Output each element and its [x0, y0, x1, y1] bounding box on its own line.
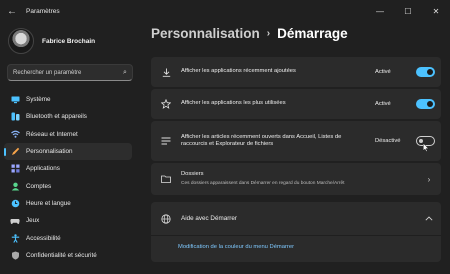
close-icon: ✕	[432, 6, 440, 16]
setting-recent-items: Afficher les articles récemment ouverts …	[151, 121, 441, 161]
setting-recent-apps: Afficher les applications récemment ajou…	[151, 57, 441, 87]
sidebar-item-systeme[interactable]: Système	[4, 91, 132, 108]
mouse-cursor-icon	[423, 143, 429, 152]
title-bar: ← Paramètres — ☐ ✕	[0, 0, 450, 22]
close-button[interactable]: ✕	[422, 0, 450, 22]
recent-apps-toggle[interactable]	[416, 67, 435, 77]
help-link-color[interactable]: Modification de la couleur du menu Démar…	[151, 236, 441, 250]
sidebar-item-label: Bluetooth et appareils	[26, 113, 87, 121]
avatar	[8, 28, 34, 54]
minimize-icon: —	[376, 6, 384, 16]
setting-description: Ces dossiers apparaissent dans Démarrer …	[181, 180, 345, 186]
sidebar-item-label: Réseau et Internet	[26, 130, 78, 138]
main-content: Personnalisation › Démarrage Afficher le…	[140, 22, 450, 274]
user-profile[interactable]: Fabrice Brochain	[8, 28, 95, 54]
setting-label: Afficher les applications récemment ajou…	[181, 68, 296, 75]
download-icon	[151, 68, 181, 77]
sidebar-item-label: Applications	[26, 165, 60, 173]
help-title: Aide avec Démarrer	[181, 215, 237, 222]
chevron-up-icon	[421, 214, 437, 223]
folder-icon	[151, 175, 181, 183]
toggle-state-label: Activé	[375, 101, 391, 107]
breadcrumb-separator: ›	[266, 28, 271, 39]
sidebar-item-label: Accessibilité	[26, 234, 61, 242]
page-title: Démarrage	[277, 26, 348, 41]
maximize-button[interactable]: ☐	[394, 0, 422, 22]
sidebar-item-comptes[interactable]: Comptes	[4, 177, 132, 194]
accessibility-icon	[10, 233, 20, 243]
sidebar: Fabrice Brochain Rechercher un paramètre…	[0, 22, 140, 274]
gamepad-icon	[10, 216, 20, 226]
apps-icon	[10, 164, 20, 174]
setting-label: Afficher les applications les plus utili…	[181, 100, 286, 107]
monitor-icon	[10, 95, 20, 105]
sidebar-item-label: Heure et langue	[26, 199, 71, 207]
maximize-icon: ☐	[404, 6, 412, 16]
sidebar-item-bluetooth[interactable]: Bluetooth et appareils	[4, 108, 132, 125]
chevron-right-icon: ›	[427, 174, 431, 184]
breadcrumb-parent[interactable]: Personnalisation	[151, 26, 260, 41]
help-header[interactable]: Aide avec Démarrer	[151, 202, 441, 236]
most-used-toggle[interactable]	[416, 99, 435, 109]
shield-icon	[10, 250, 20, 260]
sidebar-item-reseau[interactable]: Réseau et Internet	[4, 126, 132, 143]
star-icon	[151, 99, 181, 109]
folders-text: Dossiers Ces dossiers apparaissent dans …	[181, 171, 421, 187]
globe-icon	[151, 213, 181, 224]
bluetooth-icon	[10, 112, 20, 122]
user-name: Fabrice Brochain	[42, 37, 96, 45]
wifi-icon	[10, 129, 20, 139]
sidebar-item-applications[interactable]: Applications	[4, 160, 132, 177]
sidebar-item-heure[interactable]: Heure et langue	[4, 195, 132, 212]
sidebar-item-accessibilite[interactable]: Accessibilité	[4, 229, 132, 246]
sidebar-item-label: Système	[26, 96, 51, 104]
setting-most-used: Afficher les applications les plus utili…	[151, 89, 441, 119]
search-box[interactable]: Rechercher un paramètre ⌕	[7, 64, 133, 81]
person-icon	[10, 181, 20, 191]
arrow-left-icon: ←	[7, 5, 17, 17]
sidebar-item-label: Personnalisation	[26, 148, 73, 156]
minimize-button[interactable]: —	[366, 0, 394, 22]
toggle-state-label: Désactivé	[375, 138, 401, 144]
app-title: Paramètres	[26, 7, 60, 15]
sidebar-item-label: Confidentialité et sécurité	[26, 251, 97, 259]
sidebar-item-label: Jeux	[26, 217, 40, 225]
setting-folders[interactable]: Dossiers Ces dossiers apparaissent dans …	[151, 163, 441, 195]
setting-label: Afficher les articles récemment ouverts …	[181, 133, 342, 148]
sidebar-item-confidentialite[interactable]: Confidentialité et sécurité	[4, 247, 132, 264]
sidebar-item-label: Comptes	[26, 182, 52, 190]
window-controls: — ☐ ✕	[366, 0, 450, 22]
search-icon: ⌕	[123, 68, 127, 76]
help-section: Aide avec Démarrer Modification de la co…	[151, 202, 441, 262]
globe-clock-icon	[10, 198, 20, 208]
breadcrumb: Personnalisation › Démarrage	[151, 26, 348, 41]
setting-label: Dossiers	[181, 171, 204, 177]
sidebar-item-personnalisation[interactable]: Personnalisation	[4, 142, 132, 161]
search-input[interactable]: Rechercher un paramètre	[13, 70, 118, 76]
list-icon	[151, 137, 181, 145]
sidebar-nav: Système Bluetooth et appareils Réseau et…	[4, 91, 132, 264]
sidebar-item-jeux[interactable]: Jeux	[4, 212, 132, 229]
back-button[interactable]: ←	[2, 0, 22, 22]
toggle-state-label: Activé	[375, 69, 391, 75]
pen-icon	[10, 147, 20, 157]
